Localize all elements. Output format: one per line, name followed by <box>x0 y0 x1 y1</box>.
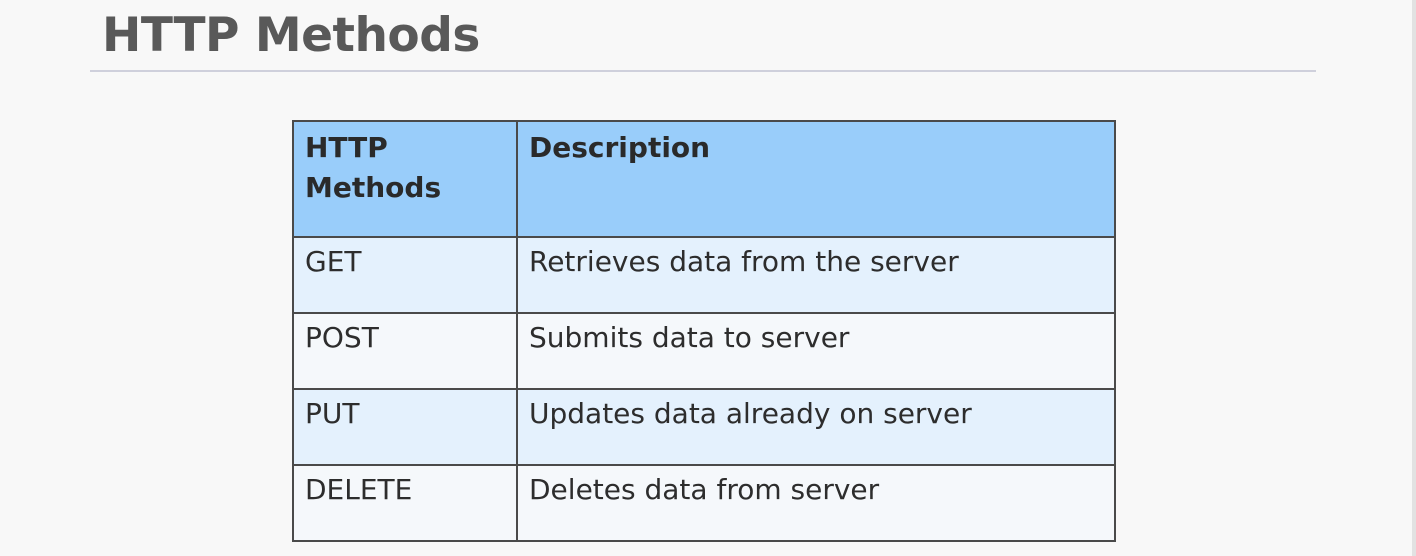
method-cell: PUT <box>292 388 518 466</box>
slide-title: HTTP Methods <box>102 8 480 63</box>
description-cell: Retrieves data from the server <box>516 236 1116 314</box>
table-header-row: HTTP Methods Description <box>292 120 1116 238</box>
description-cell: Submits data to server <box>516 312 1116 390</box>
method-cell: POST <box>292 312 518 390</box>
table-row: GET Retrieves data from the server <box>292 236 1116 314</box>
column-header-description: Description <box>516 120 1116 238</box>
method-cell: GET <box>292 236 518 314</box>
title-divider <box>90 70 1316 72</box>
column-header-methods: HTTP Methods <box>292 120 518 238</box>
description-cell: Updates data already on server <box>516 388 1116 466</box>
table-row: PUT Updates data already on server <box>292 388 1116 466</box>
table-row: POST Submits data to server <box>292 312 1116 390</box>
table-row: DELETE Deletes data from server <box>292 464 1116 542</box>
slide-edge <box>1412 0 1416 556</box>
http-methods-table: HTTP Methods Description GET Retrieves d… <box>292 120 1116 542</box>
description-cell: Deletes data from server <box>516 464 1116 542</box>
method-cell: DELETE <box>292 464 518 542</box>
